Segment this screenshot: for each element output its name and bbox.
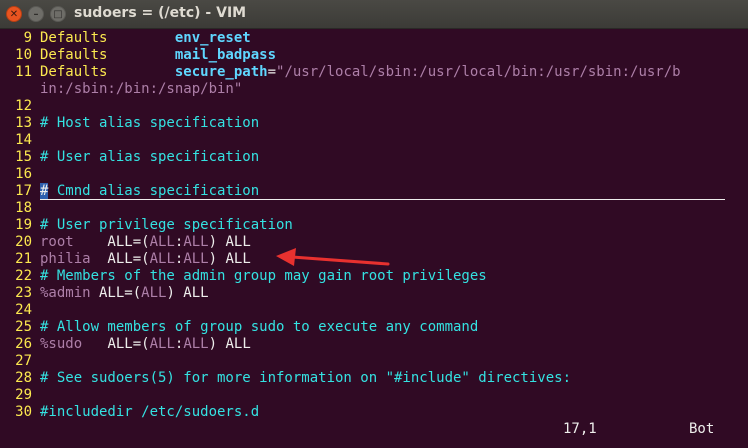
annotation-arrow xyxy=(276,248,390,266)
vim-window: ✕ – □ sudoers = (/etc) - VIM 9 Defaults e… xyxy=(0,0,748,448)
